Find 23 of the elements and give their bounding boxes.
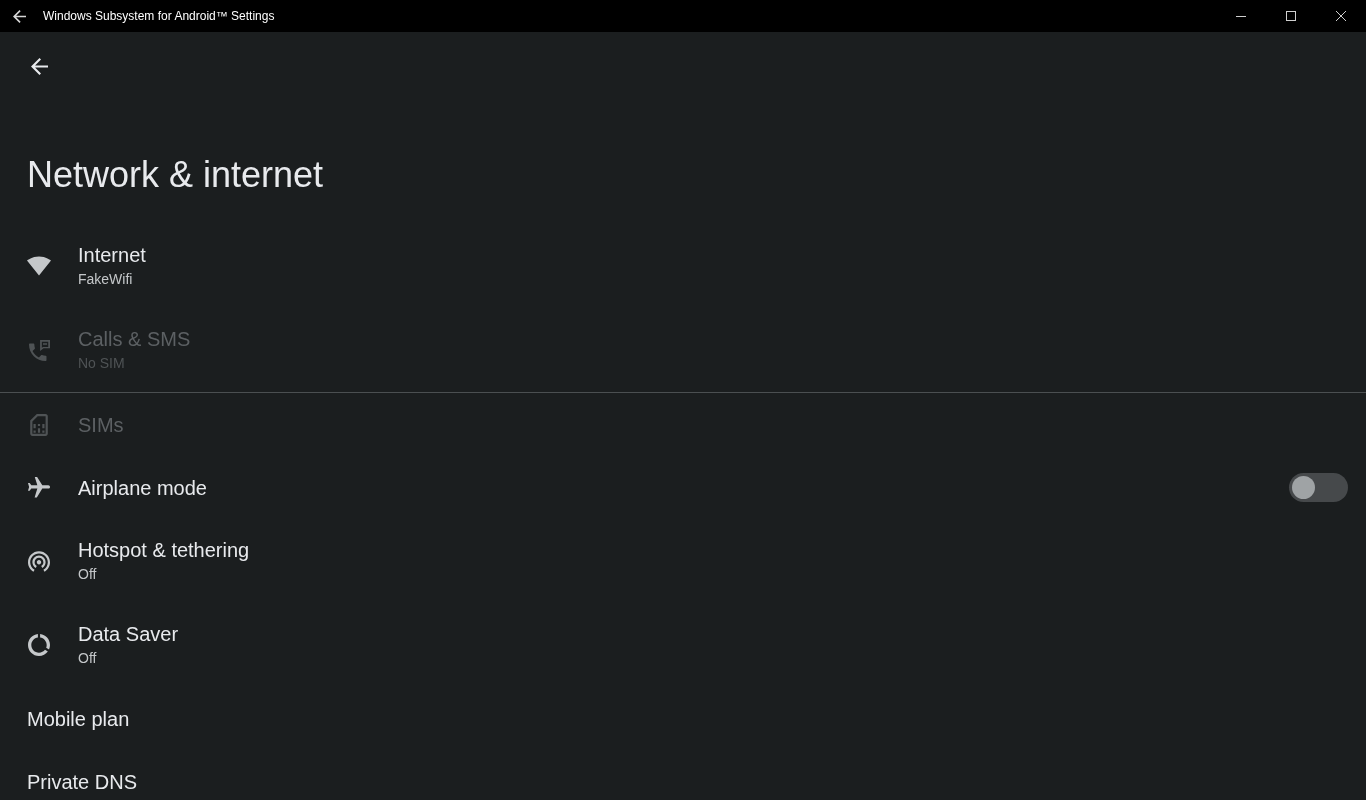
setting-summary: FakeWifi — [78, 270, 133, 289]
setting-summary: Off — [78, 565, 97, 584]
window-title: Windows Subsystem for Android™ Settings — [43, 8, 275, 24]
back-arrow-icon — [12, 9, 26, 23]
airplane-icon — [28, 477, 50, 498]
data-saver-icon — [28, 634, 50, 656]
hotspot-icon — [28, 550, 50, 572]
setting-summary: Off — [78, 649, 97, 668]
maximize-icon — [1286, 11, 1296, 21]
setting-title[interactable]: Mobile plan — [27, 705, 130, 732]
wifi-icon — [27, 256, 51, 276]
minimize-icon — [1236, 15, 1246, 17]
setting-title[interactable]: Hotspot & tethering — [78, 537, 250, 563]
setting-title[interactable]: Internet — [78, 242, 146, 268]
page-heading: Network & internet — [27, 153, 324, 197]
toggle-switch[interactable] — [1289, 473, 1348, 502]
phone-message-icon — [28, 339, 50, 361]
setting-title[interactable]: Private DNS — [27, 768, 138, 795]
sim-card-icon — [30, 413, 48, 436]
setting-title[interactable]: Airplane mode — [78, 474, 207, 501]
close-icon — [1336, 11, 1346, 21]
setting-title[interactable]: Data Saver — [78, 621, 179, 647]
back-arrow-icon — [30, 57, 48, 75]
